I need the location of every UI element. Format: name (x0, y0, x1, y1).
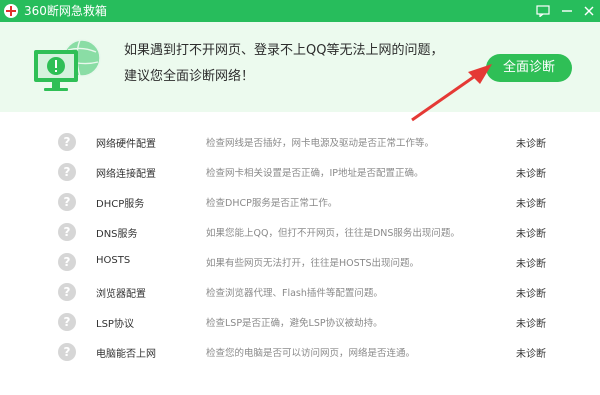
check-status: 未诊断 (516, 199, 546, 210)
check-row: ? 网络连接配置 检查网卡相关设置是否正确，IP地址是否配置正确。 未诊断 (0, 159, 600, 189)
question-icon: ? (58, 253, 76, 271)
check-name: 浏览器配置 (96, 289, 146, 300)
question-icon: ? (58, 193, 76, 211)
window-title: 360断网急救箱 (24, 4, 107, 18)
check-description: 检查LSP是否正确，避免LSP协议被劫持。 (206, 318, 383, 329)
check-row: ? DHCP服务 检查DHCP服务是否正常工作。 未诊断 (0, 189, 600, 219)
check-name: DNS服务 (96, 229, 138, 240)
check-description: 检查浏览器代理、Flash插件等配置问题。 (206, 288, 383, 299)
check-status: 未诊断 (516, 169, 546, 180)
question-icon: ? (58, 223, 76, 241)
check-description: 如果有些网页无法打开，往往是HOSTS出现问题。 (206, 258, 419, 269)
check-name: 网络连接配置 (96, 169, 156, 180)
question-icon: ? (58, 133, 76, 151)
red-cross-icon (4, 4, 18, 18)
check-row: ? LSP协议 检查LSP是否正确，避免LSP协议被劫持。 未诊断 (0, 309, 600, 339)
check-row: ? 浏览器配置 检查浏览器代理、Flash插件等配置问题。 未诊断 (0, 279, 600, 309)
title-bar: 360断网急救箱 (0, 0, 600, 22)
check-description: 检查DHCP服务是否正常工作。 (206, 198, 338, 209)
close-icon[interactable] (580, 2, 598, 20)
check-status: 未诊断 (516, 229, 546, 240)
check-description: 如果您能上QQ，但打不开网页，往往是DNS服务出现问题。 (206, 228, 460, 239)
check-status: 未诊断 (516, 349, 546, 360)
question-icon: ? (58, 313, 76, 331)
question-icon: ? (58, 283, 76, 301)
check-status: 未诊断 (516, 139, 546, 150)
check-name: DHCP服务 (96, 199, 145, 210)
feedback-icon[interactable] (534, 2, 552, 20)
check-status: 未诊断 (516, 319, 546, 330)
check-description: 检查您的电脑是否可以访问网页，网络是否连通。 (206, 348, 416, 359)
check-name: LSP协议 (96, 319, 134, 330)
banner-message-line1: 如果遇到打不开网页、登录不上QQ等无法上网的问题， (124, 43, 444, 58)
check-status: 未诊断 (516, 289, 546, 300)
check-row: ? DNS服务 如果您能上QQ，但打不开网页，往往是DNS服务出现问题。 未诊断 (0, 219, 600, 249)
minimize-icon[interactable] (558, 2, 576, 20)
check-row: ? 电脑能否上网 检查您的电脑是否可以访问网页，网络是否连通。 未诊断 (0, 339, 600, 369)
check-description: 检查网卡相关设置是否正确，IP地址是否配置正确。 (206, 168, 424, 179)
check-name: 电脑能否上网 (96, 349, 156, 360)
monitor-warning-globe-icon (34, 39, 101, 91)
check-description: 检查网线是否插好，网卡电源及驱动是否正常工作等。 (206, 138, 435, 149)
check-name: 网络硬件配置 (96, 139, 156, 150)
question-icon: ? (58, 343, 76, 361)
check-name: HOSTS (96, 255, 131, 266)
check-status: 未诊断 (516, 259, 546, 270)
diagnosis-banner: 如果遇到打不开网页、登录不上QQ等无法上网的问题， 建议您全面诊断网络！ 全面诊… (0, 22, 600, 112)
banner-message-line2: 建议您全面诊断网络！ (124, 69, 255, 84)
check-row: ? 网络硬件配置 检查网线是否插好，网卡电源及驱动是否正常工作等。 未诊断 (0, 129, 600, 159)
red-arrow-annotation (411, 64, 492, 122)
check-row: ? HOSTS 如果有些网页无法打开，往往是HOSTS出现问题。 未诊断 (0, 249, 600, 279)
question-icon: ? (58, 163, 76, 181)
